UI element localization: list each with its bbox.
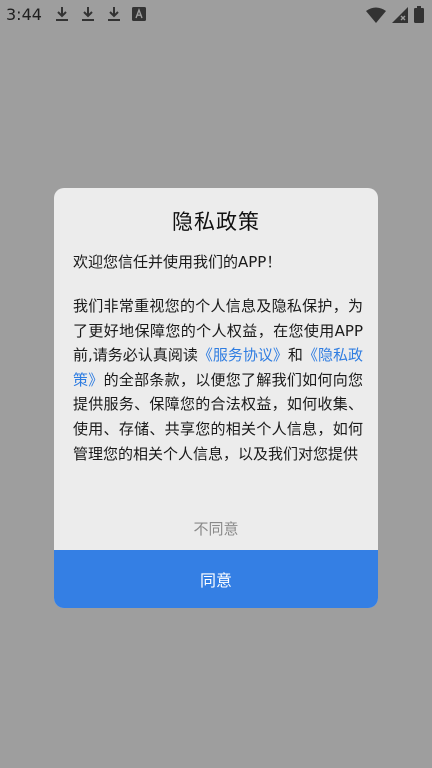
status-bar: 3:44 bbox=[0, 0, 432, 30]
privacy-dialog: 隐私政策 欢迎您信任并使用我们的APP！ 我们非常重视您的个人信息及隐私保护，为… bbox=[54, 188, 378, 608]
text-a-icon bbox=[132, 7, 146, 21]
system-icons bbox=[366, 6, 424, 23]
battery-icon bbox=[414, 6, 424, 23]
cellular-signal-icon bbox=[392, 6, 408, 23]
wifi-icon bbox=[366, 7, 386, 23]
dialog-title: 隐私政策 bbox=[172, 210, 260, 234]
download-icon bbox=[80, 6, 96, 22]
status-time: 3:44 bbox=[6, 5, 42, 24]
agree-button[interactable]: 同意 bbox=[54, 550, 378, 608]
policy-connector-text: 和 bbox=[287, 346, 303, 365]
policy-rest-text: 的全部条款，以便您了解我们如何向您提供服务、保障您的合法权益，如何收集、使用、存… bbox=[73, 370, 363, 463]
disagree-button[interactable]: 不同意 bbox=[54, 508, 378, 548]
notification-icons bbox=[54, 6, 146, 22]
policy-body-text: 我们非常重视您的个人信息及隐私保护，为了更好地保障您的个人权益，在您使用APP前… bbox=[73, 294, 363, 466]
policy-scroll-area[interactable]: 我们非常重视您的个人信息及隐私保护，为了更好地保障您的个人权益，在您使用APP前… bbox=[73, 294, 363, 490]
download-icon bbox=[106, 6, 122, 22]
download-icon bbox=[54, 6, 70, 22]
welcome-text: 欢迎您信任并使用我们的APP！ bbox=[73, 253, 282, 271]
service-agreement-link[interactable]: 《服务协议》 bbox=[198, 346, 288, 364]
